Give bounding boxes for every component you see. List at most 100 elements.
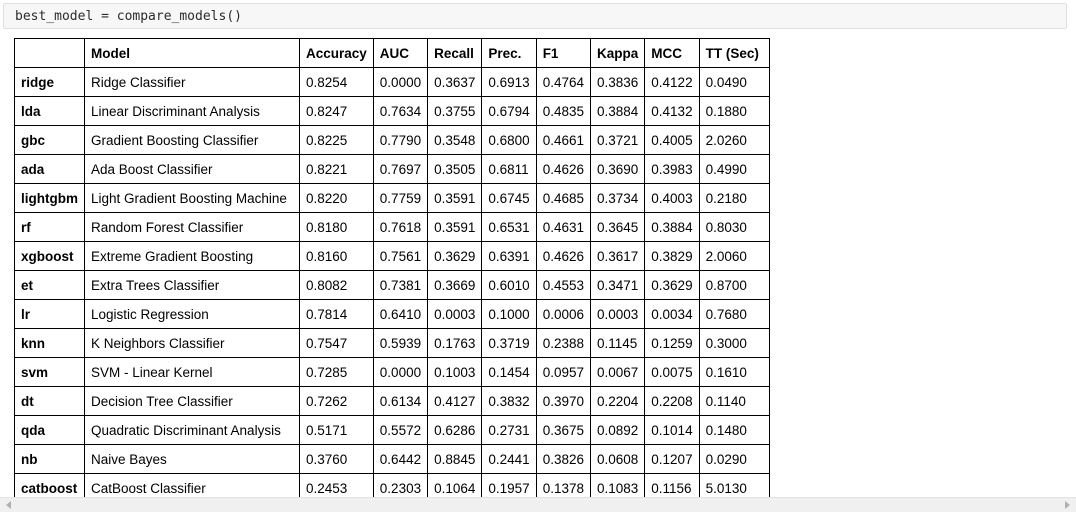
- scroll-right-arrow-icon[interactable]: [1065, 501, 1070, 509]
- row-tt: 0.0490: [698, 67, 770, 97]
- row-index: ridge: [14, 67, 85, 97]
- table-row: dt Decision Tree Classifier 0.7262 0.6134 0.…: [14, 386, 770, 416]
- scroll-left-arrow-icon[interactable]: [6, 501, 11, 509]
- row-auc: 0.7634: [372, 96, 429, 126]
- row-mcc: 0.4132: [644, 96, 700, 126]
- row-kappa: 0.0067: [589, 357, 646, 387]
- table-row: lr Logistic Regression 0.7814 0.6410 0.0003 0…: [14, 299, 770, 329]
- row-accuracy: 0.7262: [299, 386, 374, 416]
- row-f1: 0.4661: [535, 125, 591, 155]
- row-kappa: 0.3884: [589, 96, 646, 126]
- row-accuracy: 0.5171: [299, 415, 374, 445]
- table-header: Model Accuracy AUC Recall Prec. F1 Kappa…: [14, 38, 770, 68]
- row-tt: 2.0260: [698, 125, 770, 155]
- row-f1: 0.4626: [535, 241, 591, 271]
- column-header-recall: Recall: [427, 38, 483, 68]
- table-row: xgboost Extreme Gradient Boosting 0.8160 0.…: [14, 241, 770, 271]
- row-recall: 0.6286: [427, 415, 483, 445]
- model-comparison-output: Model Accuracy AUC Recall Prec. F1 Kappa…: [14, 38, 770, 503]
- row-prec: 0.6794: [481, 96, 537, 126]
- row-kappa: 0.3836: [589, 67, 646, 97]
- row-auc: 0.7618: [372, 212, 429, 242]
- column-header-auc: AUC: [372, 38, 429, 68]
- row-f1: 0.2388: [535, 328, 591, 358]
- row-prec: 0.1454: [481, 357, 537, 387]
- code-cell-source[interactable]: best_model = compare_models(): [4, 9, 242, 24]
- row-recall: 0.3637: [427, 67, 483, 97]
- row-kappa: 0.3690: [589, 154, 646, 184]
- row-model-name: Naive Bayes: [84, 444, 300, 474]
- row-f1: 0.4685: [535, 183, 591, 213]
- table-row: et Extra Trees Classifier 0.8082 0.7381 0.36…: [14, 270, 770, 300]
- row-accuracy: 0.8220: [299, 183, 374, 213]
- row-f1: 0.4631: [535, 212, 591, 242]
- row-recall: 0.3548: [427, 125, 483, 155]
- row-kappa: 0.0608: [589, 444, 646, 474]
- table-row: qda Quadratic Discriminant Analysis 0.5171…: [14, 415, 770, 445]
- row-auc: 0.7790: [372, 125, 429, 155]
- row-accuracy: 0.8082: [299, 270, 374, 300]
- row-f1: 0.3826: [535, 444, 591, 474]
- row-prec: 0.6811: [481, 154, 537, 184]
- row-prec: 0.1000: [481, 299, 537, 329]
- column-header-kappa: Kappa: [589, 38, 646, 68]
- row-index: qda: [14, 415, 85, 445]
- row-mcc: 0.2208: [644, 386, 700, 416]
- row-tt: 0.3000: [698, 328, 770, 358]
- row-recall: 0.8845: [427, 444, 483, 474]
- row-accuracy: 0.8247: [299, 96, 374, 126]
- table-row: svm SVM - Linear Kernel 0.7285 0.0000 0.1003…: [14, 357, 770, 387]
- row-auc: 0.6410: [372, 299, 429, 329]
- row-model-name: Ridge Classifier: [84, 67, 300, 97]
- table-row: nb Naive Bayes 0.3760 0.6442 0.8845 0.2441 0.3…: [14, 444, 770, 474]
- row-kappa: 0.0892: [589, 415, 646, 445]
- row-accuracy: 0.7285: [299, 357, 374, 387]
- row-tt: 0.8030: [698, 212, 770, 242]
- row-tt: 0.0290: [698, 444, 770, 474]
- row-prec: 0.6531: [481, 212, 537, 242]
- table-row: ridge Ridge Classifier 0.8254 0.0000 0.3637 0…: [14, 67, 770, 97]
- row-recall: 0.0003: [427, 299, 483, 329]
- table-header-row: Model Accuracy AUC Recall Prec. F1 Kappa…: [14, 38, 770, 68]
- row-model-name: Linear Discriminant Analysis: [84, 96, 300, 126]
- row-index: lr: [14, 299, 85, 329]
- row-recall: 0.4127: [427, 386, 483, 416]
- row-tt: 0.8700: [698, 270, 770, 300]
- row-tt: 0.4990: [698, 154, 770, 184]
- row-recall: 0.3755: [427, 96, 483, 126]
- horizontal-scrollbar[interactable]: [0, 497, 1076, 512]
- row-recall: 0.3505: [427, 154, 483, 184]
- row-prec: 0.2441: [481, 444, 537, 474]
- row-accuracy: 0.7814: [299, 299, 374, 329]
- row-model-name: Quadratic Discriminant Analysis: [84, 415, 300, 445]
- row-auc: 0.5939: [372, 328, 429, 358]
- column-header-prec: Prec.: [481, 38, 537, 68]
- row-auc: 0.0000: [372, 357, 429, 387]
- table-row: ada Ada Boost Classifier 0.8221 0.7697 0.350…: [14, 154, 770, 184]
- table-row: lightgbm Light Gradient Boosting Machine 0…: [14, 183, 770, 213]
- row-mcc: 0.4003: [644, 183, 700, 213]
- row-kappa: 0.3721: [589, 125, 646, 155]
- row-model-name: Logistic Regression: [84, 299, 300, 329]
- column-header-model: Model: [84, 38, 300, 68]
- row-accuracy: 0.7547: [299, 328, 374, 358]
- row-index: lightgbm: [14, 183, 85, 213]
- scrollbar-thumb[interactable]: [14, 500, 1062, 511]
- row-model-name: Random Forest Classifier: [84, 212, 300, 242]
- column-header-accuracy: Accuracy: [299, 38, 374, 68]
- row-recall: 0.3591: [427, 212, 483, 242]
- row-mcc: 0.0034: [644, 299, 700, 329]
- row-f1: 0.3675: [535, 415, 591, 445]
- row-index: dt: [14, 386, 85, 416]
- row-accuracy: 0.8160: [299, 241, 374, 271]
- table-body: ridge Ridge Classifier 0.8254 0.0000 0.3637 0…: [14, 67, 770, 503]
- code-cell[interactable]: best_model = compare_models(): [3, 3, 1067, 29]
- row-kappa: 0.3471: [589, 270, 646, 300]
- row-auc: 0.7561: [372, 241, 429, 271]
- row-accuracy: 0.8225: [299, 125, 374, 155]
- row-tt: 0.1610: [698, 357, 770, 387]
- row-f1: 0.4835: [535, 96, 591, 126]
- row-model-name: K Neighbors Classifier: [84, 328, 300, 358]
- row-tt: 0.1880: [698, 96, 770, 126]
- row-accuracy: 0.8221: [299, 154, 374, 184]
